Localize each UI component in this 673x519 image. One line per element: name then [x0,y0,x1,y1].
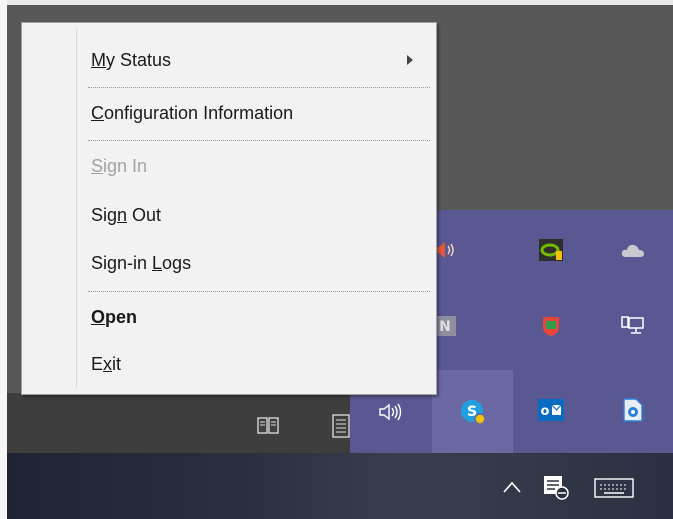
left-edge [0,0,7,519]
top-band [7,0,673,5]
menu-separator [88,291,430,292]
menu-item-my-status[interactable]: My Status [91,37,171,83]
outlook-icon[interactable]: o [511,370,591,450]
menu-item-sign-out[interactable]: Sign Out [91,192,161,238]
svg-text:o: o [541,404,550,419]
submenu-arrow-icon [407,55,413,65]
remote-assist-icon[interactable] [593,370,673,450]
skype-for-business-icon[interactable]: S [432,370,513,453]
notification-icon[interactable] [543,474,569,505]
shield-app-icon[interactable] [511,286,591,366]
menu-item-exit[interactable]: Exit [91,341,121,387]
nvidia-icon[interactable] [511,210,591,290]
list-icon[interactable] [332,414,350,443]
keyboard-icon[interactable] [594,478,634,503]
chevron-up-icon[interactable] [502,480,522,499]
network-icon[interactable] [593,286,673,366]
menu-separator [88,87,430,88]
svg-text:N: N [439,319,451,335]
menu-item-sign-in: Sign In [91,156,148,176]
menu-icon-rail [76,29,77,388]
book-icon[interactable] [257,416,279,441]
menu-item-sign-in-logs[interactable]: Sign-in Logs [91,240,191,286]
onedrive-cloud-icon[interactable] [593,210,673,290]
context-menu: My Status Configuration Information Sign… [21,22,437,395]
menu-item-open[interactable]: Open [91,294,137,340]
menu-item-configuration-information[interactable]: Configuration Information [91,90,293,136]
menu-separator [88,140,430,141]
taskbar [7,453,673,519]
taskbar-upper-strip [7,393,350,453]
